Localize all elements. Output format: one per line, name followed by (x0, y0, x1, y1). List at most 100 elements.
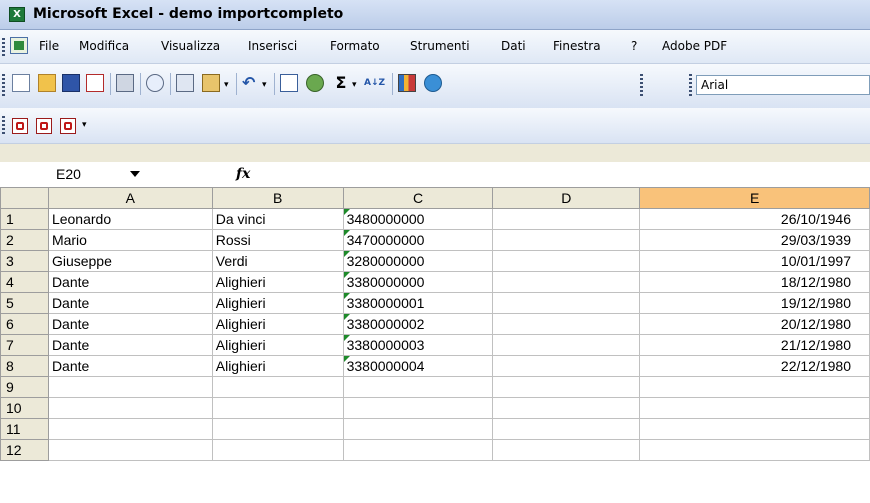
convert-and-email-pdf-icon[interactable] (36, 118, 52, 134)
menu-inserisci[interactable]: Inserisci (248, 39, 297, 53)
cell-b[interactable]: Verdi (211, 250, 344, 272)
cell-c[interactable]: 3480000000 (342, 208, 494, 230)
row-header[interactable]: 12 (0, 439, 49, 461)
menu-finestra[interactable]: Finestra (553, 39, 601, 53)
cell-c[interactable]: 3380000003 (342, 334, 494, 356)
cell-b[interactable] (211, 376, 344, 398)
cell-b[interactable]: Alighieri (211, 334, 344, 356)
cell-c[interactable] (342, 418, 494, 440)
cell-a[interactable] (47, 439, 213, 461)
cell-d[interactable] (492, 376, 641, 398)
chart-wizard-icon[interactable] (398, 74, 416, 92)
menu-file[interactable]: File (39, 39, 59, 53)
cell-e[interactable]: 10/01/1997 (639, 250, 870, 272)
select-all-corner[interactable] (0, 187, 49, 209)
autosum-icon[interactable]: Σ (332, 74, 350, 92)
insert-function-icon[interactable]: fx (236, 166, 250, 182)
column-header-d[interactable]: D (492, 187, 641, 209)
cell-a[interactable] (47, 418, 213, 440)
autosum-dropdown-chevron-icon[interactable]: ▾ (352, 80, 357, 90)
cell-d[interactable] (492, 355, 641, 377)
workbook-menu-icon[interactable] (10, 37, 28, 54)
cell-c[interactable]: 3380000000 (342, 271, 494, 293)
new-document-icon[interactable] (12, 74, 30, 92)
convert-to-pdf-icon[interactable] (12, 118, 28, 134)
cell-d[interactable] (492, 418, 641, 440)
row-header[interactable]: 7 (0, 334, 49, 356)
menu-strumenti[interactable]: Strumenti (410, 39, 470, 53)
copy-icon[interactable] (176, 74, 194, 92)
cell-a[interactable] (47, 397, 213, 419)
cell-a[interactable]: Dante (47, 271, 213, 293)
cell-d[interactable] (492, 439, 641, 461)
cell-c[interactable]: 3380000002 (342, 313, 494, 335)
cell-e[interactable] (639, 397, 870, 419)
cell-e[interactable] (639, 439, 870, 461)
cell-b[interactable]: Alighieri (211, 271, 344, 293)
toolbar-overflow-grip[interactable] (640, 74, 643, 96)
cell-c[interactable]: 3380000004 (342, 355, 494, 377)
cell-d[interactable] (492, 271, 641, 293)
excel-app-icon[interactable]: X (9, 7, 25, 22)
pdf-toolbar-options-chevron-icon[interactable]: ▾ (82, 120, 87, 130)
menu-grip-handle[interactable] (2, 38, 5, 56)
cell-c[interactable] (342, 397, 494, 419)
sort-ascending-icon[interactable]: A↓Z (364, 74, 386, 92)
cell-d[interactable] (492, 208, 641, 230)
row-header[interactable]: 3 (0, 250, 49, 272)
cell-a[interactable]: Dante (47, 313, 213, 335)
column-header-b[interactable]: B (211, 187, 344, 209)
hyperlink-icon[interactable] (280, 74, 298, 92)
cell-b[interactable]: Alighieri (211, 355, 344, 377)
cell-e[interactable]: 19/12/1980 (639, 292, 870, 314)
menu-modifica[interactable]: Modifica (79, 39, 129, 53)
cell-b[interactable] (211, 397, 344, 419)
row-header[interactable]: 11 (0, 418, 49, 440)
cell-d[interactable] (492, 397, 641, 419)
row-header[interactable]: 4 (0, 271, 49, 293)
column-header-c[interactable]: C (342, 187, 494, 209)
cell-d[interactable] (492, 292, 641, 314)
cell-e[interactable]: 18/12/1980 (639, 271, 870, 293)
row-header[interactable]: 2 (0, 229, 49, 251)
row-header[interactable]: 6 (0, 313, 49, 335)
cell-c[interactable] (342, 439, 494, 461)
cell-e[interactable]: 20/12/1980 (639, 313, 870, 335)
row-header[interactable]: 10 (0, 397, 49, 419)
cell-a[interactable]: Mario (47, 229, 213, 251)
cell-c[interactable]: 3280000000 (342, 250, 494, 272)
convert-and-review-pdf-icon[interactable] (60, 118, 76, 134)
formatting-toolbar-grip[interactable] (689, 74, 692, 96)
cell-e[interactable]: 29/03/1939 (639, 229, 870, 251)
permission-icon[interactable] (86, 74, 104, 92)
row-header[interactable]: 5 (0, 292, 49, 314)
cell-a[interactable]: Dante (47, 292, 213, 314)
row-header[interactable]: 9 (0, 376, 49, 398)
cell-c[interactable] (342, 376, 494, 398)
cell-a[interactable]: Dante (47, 334, 213, 356)
menu-adobe-pdf[interactable]: Adobe PDF (662, 39, 727, 53)
undo-dropdown-chevron-icon[interactable]: ▾ (262, 80, 267, 90)
column-header-a[interactable]: A (47, 187, 213, 209)
cell-c[interactable]: 3470000000 (342, 229, 494, 251)
drawing-icon[interactable] (306, 74, 324, 92)
formula-input[interactable] (262, 162, 870, 187)
save-disk-icon[interactable] (62, 74, 80, 92)
cell-b[interactable]: Da vinci (211, 208, 344, 230)
cell-c[interactable]: 3380000001 (342, 292, 494, 314)
pdf-toolbar-grip-handle[interactable] (2, 116, 5, 136)
undo-icon[interactable]: ↶ (242, 74, 260, 92)
row-header[interactable]: 8 (0, 355, 49, 377)
cell-b[interactable] (211, 418, 344, 440)
column-header-e[interactable]: E (639, 187, 870, 209)
cell-b[interactable]: Alighieri (211, 313, 344, 335)
paste-icon[interactable] (202, 74, 220, 92)
open-folder-icon[interactable] (38, 74, 56, 92)
cell-e[interactable] (639, 418, 870, 440)
menu-visualizza[interactable]: Visualizza (161, 39, 220, 53)
cell-a[interactable] (47, 376, 213, 398)
cell-e[interactable]: 21/12/1980 (639, 334, 870, 356)
cell-e[interactable]: 22/12/1980 (639, 355, 870, 377)
cell-d[interactable] (492, 334, 641, 356)
font-name-select[interactable]: Arial (696, 75, 870, 95)
